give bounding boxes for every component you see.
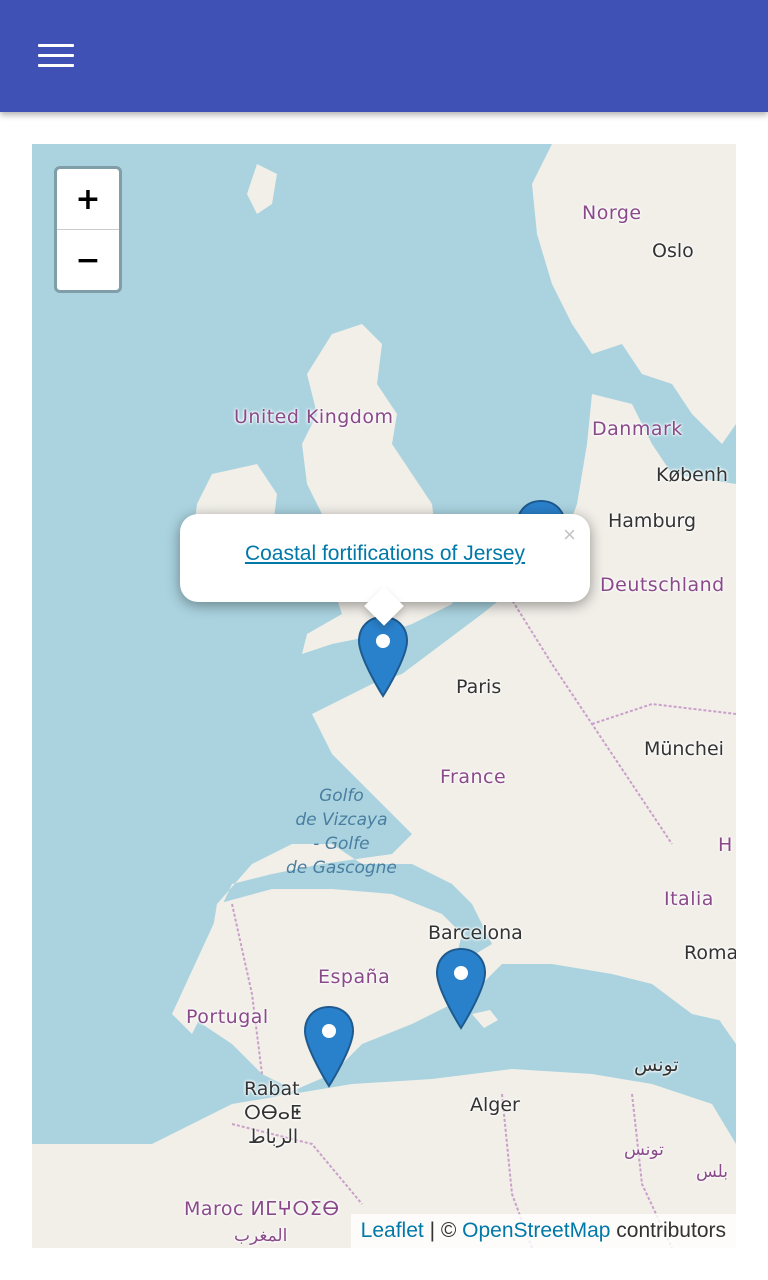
label-united-kingdom: United Kingdom (234, 406, 394, 428)
label-hamburg: Hamburg (608, 510, 697, 532)
label-danmark: Danmark (592, 418, 683, 440)
popup-link[interactable]: Coastal fortifications of Jersey (180, 542, 590, 566)
label-munchen: Münchei (644, 738, 724, 760)
label-golfo-de-vizcaya: Golfo de Vizcaya - Golfe de Gascogne (286, 786, 397, 878)
leaflet-link[interactable]: Leaflet (361, 1219, 424, 1243)
openstreetmap-link[interactable]: OpenStreetMap (462, 1219, 610, 1243)
label-maroc: Maroc ⵍⵎⵖⵔⵉⴱ (184, 1198, 340, 1220)
label-deutschland: Deutschland (600, 574, 725, 596)
hamburger-menu-icon[interactable] (28, 34, 84, 78)
label-espana: España (318, 966, 391, 988)
label-rabat-tifinagh: ⵔⴱⴰⵟ (244, 1102, 302, 1124)
zoom-control: + − (54, 166, 122, 293)
app-bar (0, 0, 768, 112)
map-marker-jersey[interactable] (358, 616, 408, 698)
attribution-suffix: contributors (610, 1219, 726, 1242)
map-marker-andalucia[interactable] (304, 1006, 354, 1088)
label-alger: Alger (470, 1094, 520, 1116)
label-h-partial: H (718, 834, 733, 856)
label-italia: Italia (664, 888, 714, 910)
map-attribution: Leaflet | © OpenStreetMap contributors (350, 1214, 736, 1248)
attribution-separator: | © (423, 1219, 463, 1242)
map-view[interactable]: + − Norge Oslo United Kingdom Danmark Kø… (32, 144, 736, 1248)
label-portugal: Portugal (186, 1006, 269, 1028)
zoom-in-button[interactable]: + (57, 169, 119, 230)
label-nablus-arabic: بلس (696, 1162, 729, 1182)
label-tunis-arabic: تونس (634, 1054, 679, 1076)
label-kobenhavn: Københ (656, 464, 728, 486)
label-tunisia-arabic: تونس (624, 1140, 664, 1160)
label-roma: Roma (684, 942, 736, 964)
label-norge: Norge (582, 202, 642, 224)
label-rabat: Rabat (244, 1078, 300, 1100)
label-paris: Paris (456, 676, 502, 698)
label-rabat-arabic: الرباط (248, 1126, 299, 1148)
label-france: France (440, 766, 507, 788)
label-maghreb-arabic: المغرب (234, 1226, 288, 1246)
label-oslo: Oslo (652, 240, 694, 262)
map-marker-valencia[interactable] (436, 948, 486, 1030)
label-barcelona: Barcelona (428, 922, 523, 944)
marker-popup: Coastal fortifications of Jersey × (180, 514, 590, 626)
popup-close-icon[interactable]: × (563, 522, 576, 548)
zoom-out-button[interactable]: − (57, 230, 119, 290)
